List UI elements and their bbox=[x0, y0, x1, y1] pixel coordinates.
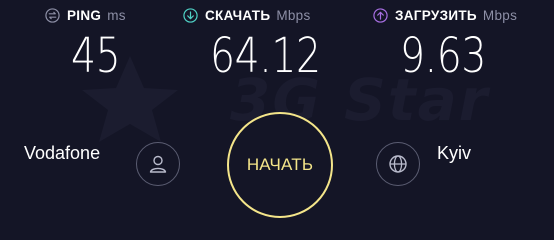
upload-unit: Mbps bbox=[482, 8, 518, 23]
download-unit: Mbps bbox=[276, 8, 311, 23]
user-icon bbox=[149, 155, 167, 173]
download-header: СКАЧАТЬ Mbps bbox=[183, 8, 311, 23]
ping-value: 45 bbox=[71, 28, 121, 84]
isp-name: Vodafone bbox=[24, 143, 101, 163]
ping-header: PING ms bbox=[45, 8, 126, 23]
globe-icon bbox=[389, 155, 407, 173]
download-label: СКАЧАТЬ bbox=[205, 8, 271, 23]
download-arrow-icon bbox=[183, 8, 198, 23]
upload-header: ЗАГРУЗИТЬ Mbps bbox=[373, 8, 517, 23]
server-name: Kyiv bbox=[437, 143, 472, 163]
change-isp-button[interactable] bbox=[136, 142, 180, 186]
change-server-button[interactable] bbox=[376, 142, 420, 186]
download-value: 64.12 bbox=[210, 28, 321, 84]
ping-icon bbox=[45, 8, 60, 23]
upload-value: 9.63 bbox=[400, 28, 486, 84]
ping-label: PING bbox=[67, 8, 102, 23]
start-test-button[interactable]: НАЧАТЬ bbox=[227, 112, 333, 218]
ping-unit: ms bbox=[107, 8, 126, 23]
upload-arrow-icon bbox=[373, 8, 388, 23]
upload-label: ЗАГРУЗИТЬ bbox=[395, 8, 477, 23]
